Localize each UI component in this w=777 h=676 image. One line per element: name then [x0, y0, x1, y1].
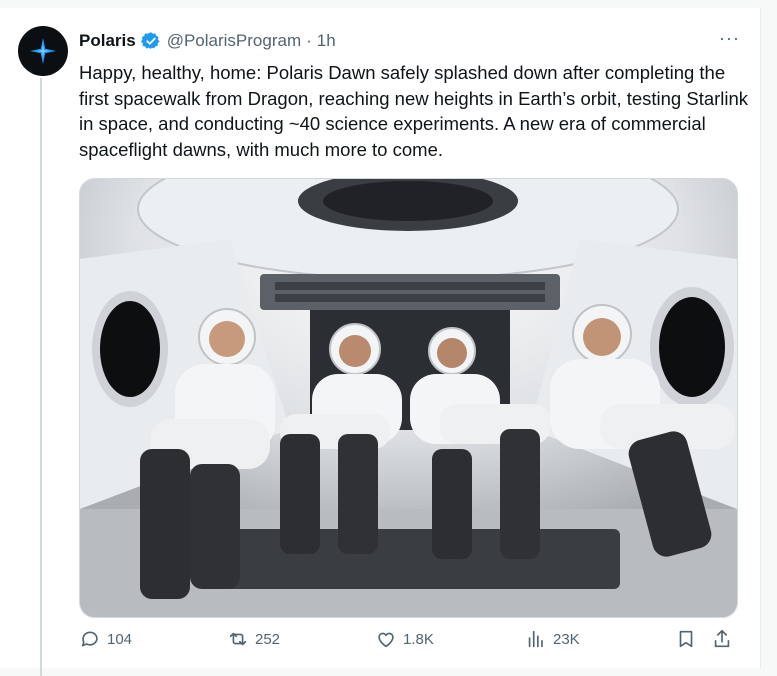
repost-count: 252 [255, 630, 281, 648]
verified-badge-icon [140, 32, 160, 49]
like-icon [378, 632, 394, 648]
action-bar: 104 252 1.8K 23K [79, 628, 739, 658]
reply-icon [81, 631, 98, 647]
post-text: Happy, healthy, home: Polaris Dawn safel… [79, 62, 754, 160]
bookmark-icon [679, 630, 693, 648]
more-icon[interactable]: ··· [719, 28, 740, 49]
polaris-star-icon [30, 38, 56, 64]
repost-icon [229, 632, 247, 646]
author-handle[interactable]: @PolarisProgram [167, 31, 301, 51]
reply-count: 104 [107, 630, 133, 648]
like-count: 1.8K [403, 630, 434, 648]
post-header: Polaris @PolarisProgram · 1h ··· [79, 28, 740, 54]
thread-line [40, 78, 42, 676]
share-icon [714, 629, 730, 648]
crew-photo [80, 179, 737, 617]
reply-button[interactable]: 104 [79, 628, 132, 650]
repost-button[interactable]: 252 [227, 628, 280, 650]
avatar[interactable] [18, 26, 68, 76]
post-image[interactable] [79, 178, 738, 618]
views-count: 23K [553, 630, 580, 648]
like-button[interactable]: 1.8K [375, 628, 434, 650]
post-card[interactable]: Polaris @PolarisProgram · 1h ··· Happy, … [0, 8, 761, 676]
views-button[interactable]: 23K [525, 628, 580, 650]
post-time[interactable]: 1h [317, 31, 336, 51]
bookmark-button[interactable] [675, 628, 703, 650]
separator-dot: · [306, 31, 312, 50]
views-icon [528, 630, 543, 648]
share-button[interactable] [711, 628, 739, 650]
author-name[interactable]: Polaris [79, 31, 136, 51]
